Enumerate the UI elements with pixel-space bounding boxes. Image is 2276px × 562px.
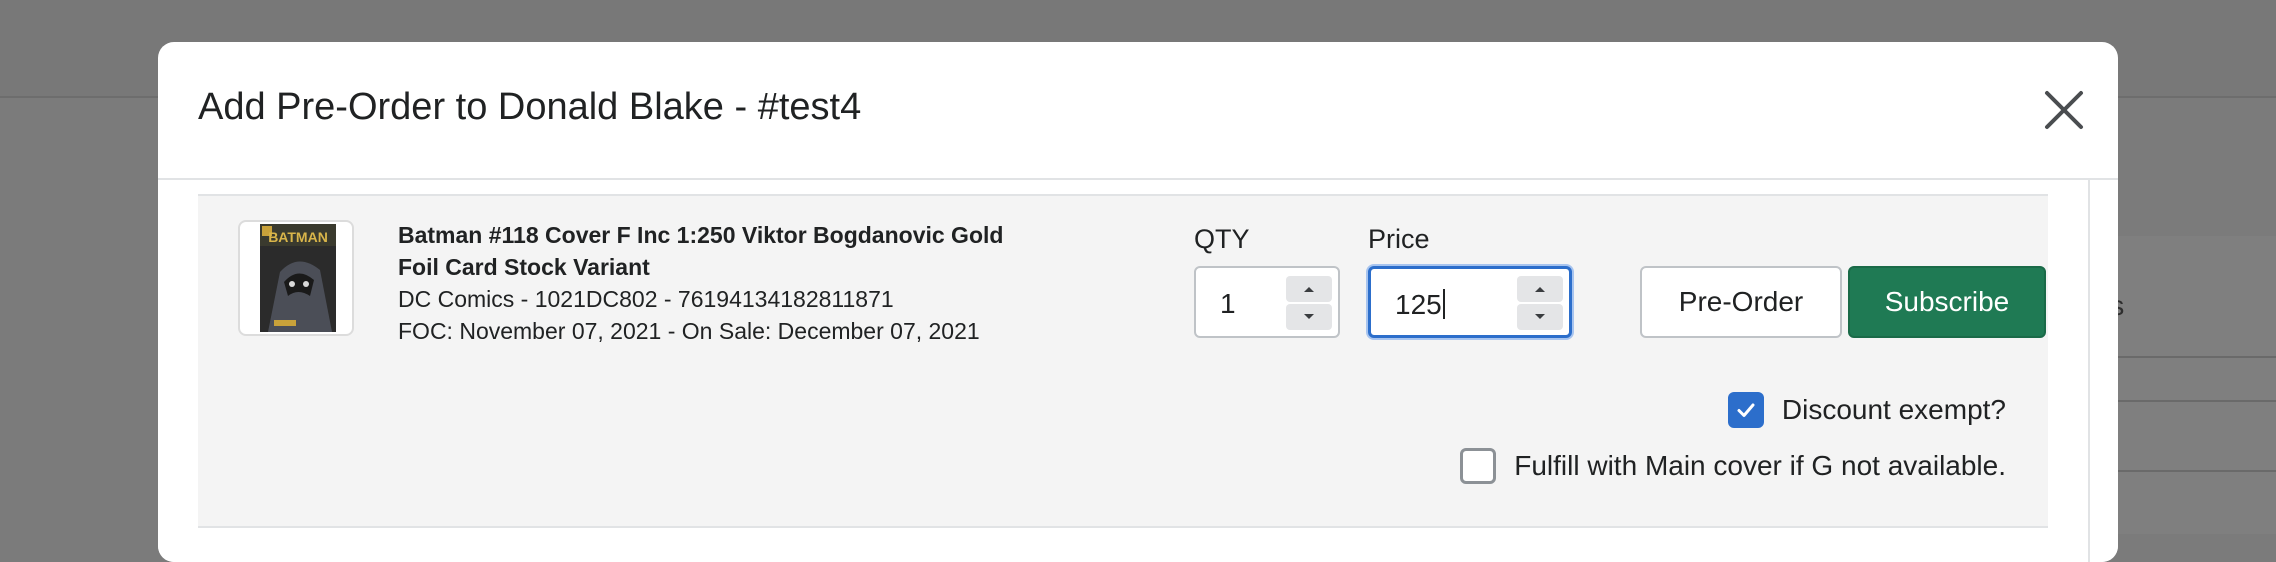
modal-title: Add Pre-Order to Donald Blake - #test4 xyxy=(198,86,862,128)
price-input[interactable]: 125 xyxy=(1368,266,1572,338)
scrollbar-track[interactable] xyxy=(2088,180,2090,562)
product-row: BATMAN Batman #118 Cover F Inc 1:250 Vik… xyxy=(198,194,2048,528)
qty-increment-button[interactable] xyxy=(1286,276,1332,302)
qty-decrement-button[interactable] xyxy=(1286,304,1332,330)
price-label: Price xyxy=(1368,224,1430,254)
qty-value: 1 xyxy=(1220,288,1236,319)
caret-down-icon xyxy=(1304,314,1314,319)
product-title-line-2: Foil Card Stock Variant xyxy=(398,254,650,280)
caret-up-icon xyxy=(1535,287,1545,292)
comic-cover-title: BATMAN xyxy=(268,229,328,245)
modal-header: Add Pre-Order to Donald Blake - #test4 xyxy=(158,42,2118,180)
fulfill-main-cover-checkbox[interactable] xyxy=(1460,448,1497,484)
text-cursor xyxy=(1442,289,1445,319)
pre-order-button[interactable]: Pre-Order xyxy=(1640,266,1842,338)
product-title-line-1: Batman #118 Cover F Inc 1:250 Viktor Bog… xyxy=(398,222,1004,248)
discount-exempt-label: Discount exempt? xyxy=(1781,394,2006,425)
price-value: 125 xyxy=(1395,289,1442,320)
product-thumbnail: BATMAN xyxy=(238,220,354,336)
comic-cover-image: BATMAN xyxy=(260,224,336,332)
product-publisher-line: DC Comics - 1021DC802 - 7619413418281187… xyxy=(398,286,894,312)
qty-input[interactable]: 1 xyxy=(1194,266,1340,338)
caret-down-icon xyxy=(1535,314,1545,319)
pre-order-modal: Add Pre-Order to Donald Blake - #test4 B… xyxy=(158,42,2118,562)
modal-body: BATMAN Batman #118 Cover F Inc 1:250 Vik… xyxy=(158,180,2118,562)
fulfill-main-cover-label: Fulfill with Main cover if G not availab… xyxy=(1514,450,2006,481)
discount-exempt-option[interactable]: Discount exempt? xyxy=(1727,392,2006,428)
price-decrement-button[interactable] xyxy=(1517,304,1563,330)
checkmark-icon xyxy=(1737,403,1755,417)
caret-up-icon xyxy=(1304,287,1314,292)
fulfill-main-cover-option[interactable]: Fulfill with Main cover if G not availab… xyxy=(1460,448,2006,484)
close-icon xyxy=(2045,91,2083,129)
discount-exempt-checkbox[interactable] xyxy=(1727,392,1764,428)
subscribe-button[interactable]: Subscribe xyxy=(1848,266,2046,338)
price-value-wrapper: 125 xyxy=(1395,289,1445,321)
price-increment-button[interactable] xyxy=(1517,276,1563,302)
qty-label: QTY xyxy=(1194,224,1250,254)
product-dates-line: FOC: November 07, 2021 - On Sale: Decemb… xyxy=(398,318,980,344)
close-button[interactable] xyxy=(2034,80,2094,140)
